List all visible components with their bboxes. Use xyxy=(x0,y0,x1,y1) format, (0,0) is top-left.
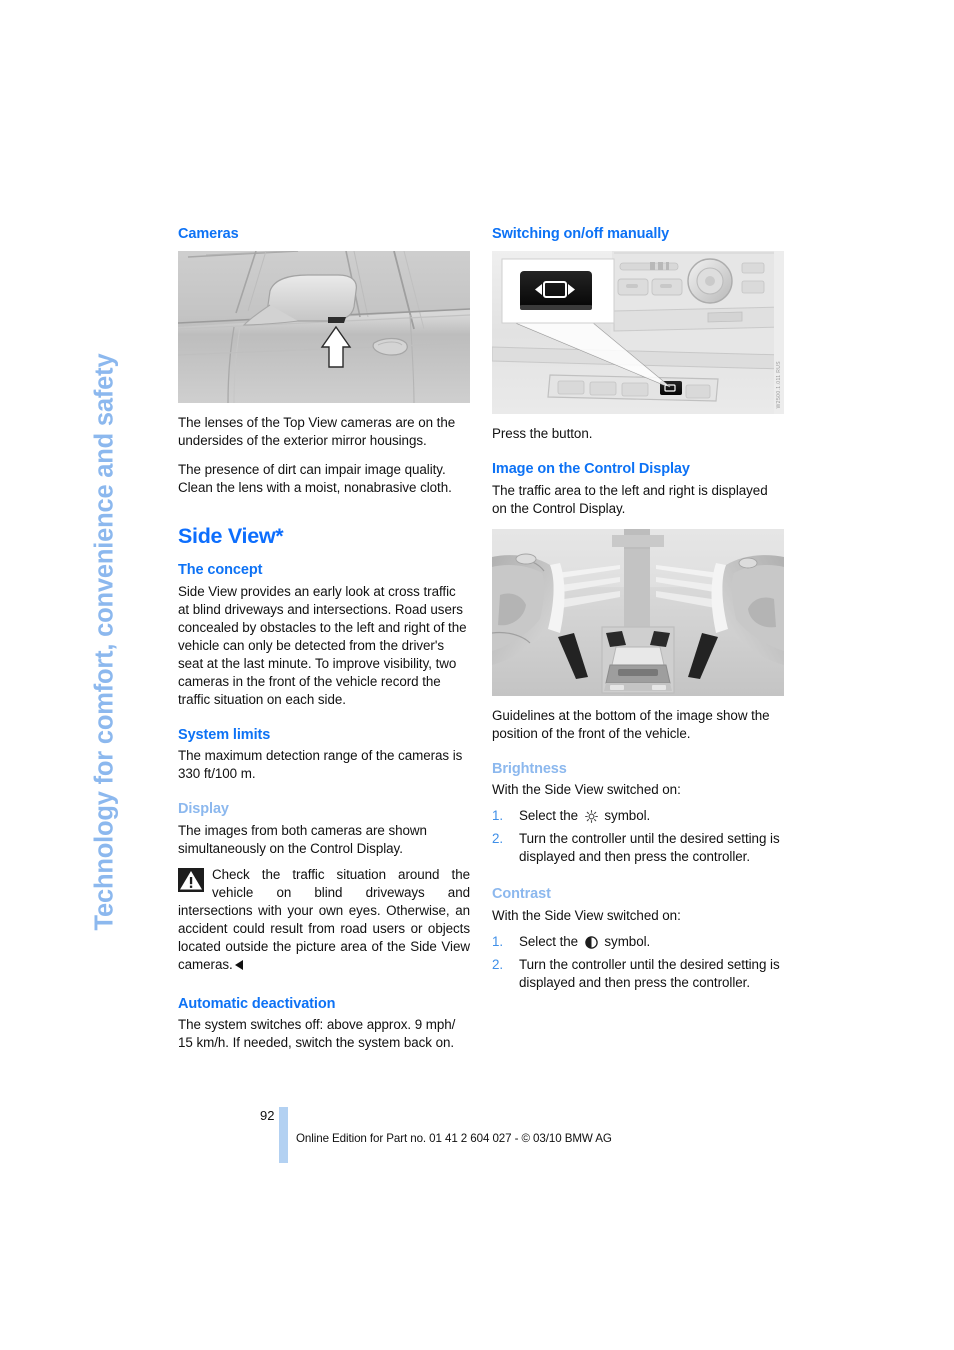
brightness-sun-icon xyxy=(584,810,598,828)
image-control-display-text: The traffic area to the left and right i… xyxy=(492,482,768,516)
exterior-mirror-camera-photo xyxy=(178,251,470,404)
display-text: The images from both cameras are shown s… xyxy=(178,822,427,856)
step-text-after: symbol. xyxy=(604,808,651,824)
control-display-side-view-image xyxy=(492,528,784,696)
list-item: 1. Select the symbol. xyxy=(492,933,784,954)
section-title-side-view: Side View* xyxy=(178,523,284,548)
list-item: 2. Turn the controller until the desired… xyxy=(492,830,784,866)
list-item: 2. Turn the controller until the desired… xyxy=(492,956,784,992)
guidelines-caption: Guidelines at the bottom of the image sh… xyxy=(492,707,770,741)
figure-id-label: W2500.1.011 RUS xyxy=(776,361,782,409)
step-text-before: Select the xyxy=(519,933,579,949)
heading-switching-on-off: Switching on/off manually xyxy=(492,226,670,242)
manual-page: Technology for comfort, convenience and … xyxy=(0,0,954,1350)
heading-automatic-deactivation: Automatic deactivation xyxy=(178,995,336,1012)
list-item: 1. Select the symbol. xyxy=(492,807,784,828)
step-number: 2. xyxy=(492,831,504,847)
step-text-before: Select the xyxy=(519,808,579,824)
contrast-half-circle-icon xyxy=(584,936,598,954)
right-column: Switching on/off manually W2500.1.011 RU… xyxy=(492,226,784,994)
chapter-tab: Technology for comfort, convenience and … xyxy=(91,210,162,930)
page-number: 92 xyxy=(260,1108,275,1123)
chapter-tab-label: Technology for comfort, convenience and … xyxy=(90,353,119,930)
brightness-intro: With the Side View switched on: xyxy=(492,782,681,798)
cameras-paragraph-1: The lenses of the Top View cameras are o… xyxy=(178,415,456,449)
step-number: 1. xyxy=(492,933,504,949)
warning-note-text: Check the traffic situation around the v… xyxy=(178,866,470,972)
step-text-before: Turn the controller until the desired se… xyxy=(519,831,780,865)
heading-image-on-control-display: Image on the Control Display xyxy=(492,461,690,478)
heading-system-limits: System limits xyxy=(178,726,271,743)
automatic-deactivation-text: The system switches off: above approx. 9… xyxy=(178,1017,456,1051)
step-text-after: symbol. xyxy=(604,933,651,949)
heading-display: Display xyxy=(178,801,229,818)
footer-edition-text: Online Edition for Part no. 01 41 2 604 … xyxy=(296,1132,612,1145)
note-end-marker xyxy=(234,959,243,970)
system-limits-text: The maximum detection range of the camer… xyxy=(178,748,463,782)
brightness-steps: 1. Select the symbol. 2. Turn the contro… xyxy=(492,807,784,866)
heading-the-concept: The concept xyxy=(178,562,263,579)
heading-brightness: Brightness xyxy=(492,760,567,777)
footer-accent-bar xyxy=(279,1107,288,1163)
heading-contrast: Contrast xyxy=(492,886,551,903)
heading-cameras: Cameras xyxy=(178,226,239,242)
left-column: Cameras The lenses of the Top View camer… xyxy=(178,226,470,1052)
center-console-side-view-button-photo: W2500.1.011 RUS xyxy=(492,251,784,415)
step-text-before: Turn the controller until the desired se… xyxy=(519,956,780,990)
contrast-intro: With the Side View switched on: xyxy=(492,907,681,923)
concept-text: Side View provides an early look at cros… xyxy=(178,583,467,707)
step-number: 1. xyxy=(492,808,504,824)
cameras-paragraph-2: The presence of dirt can impair image qu… xyxy=(178,462,452,496)
warning-note: Check the traffic situation around the v… xyxy=(178,866,470,974)
press-the-button-text: Press the button. xyxy=(492,426,593,442)
contrast-steps: 1. Select the symbol. 2. Turn the contro… xyxy=(492,933,784,992)
step-number: 2. xyxy=(492,956,504,972)
warning-triangle-icon xyxy=(178,867,204,892)
